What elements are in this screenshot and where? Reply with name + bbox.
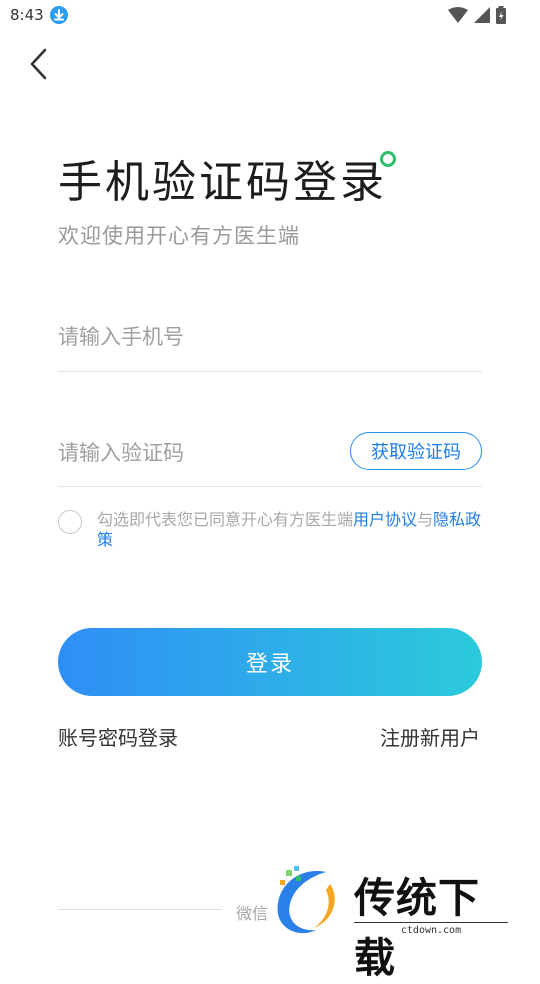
divider-line	[58, 909, 222, 910]
agreement-conjunction: 与	[417, 510, 434, 529]
get-code-button[interactable]: 获取验证码	[350, 432, 482, 470]
back-button[interactable]	[22, 44, 58, 84]
watermark-url: ctdown.com	[354, 922, 508, 936]
code-input[interactable]	[58, 433, 328, 473]
watermark-logo	[277, 866, 335, 934]
login-button[interactable]: 登录	[58, 628, 482, 696]
download-icon	[50, 6, 68, 24]
signal-icon	[474, 7, 490, 23]
title-dot-icon	[380, 151, 396, 167]
register-link[interactable]: 注册新用户	[380, 722, 480, 751]
title-block: 手机验证码登录	[58, 150, 396, 216]
status-bar: 8:43	[0, 0, 540, 32]
status-time: 8:43	[10, 6, 44, 24]
phone-input[interactable]	[58, 317, 478, 357]
agreement-prefix: 勾选即代表您已同意开心有方医生端	[97, 510, 354, 529]
agreement-text: 勾选即代表您已同意开心有方医生端用户协议与隐私政策	[97, 510, 482, 550]
battery-icon	[496, 6, 506, 24]
page-title: 手机验证码登录	[58, 157, 387, 208]
phone-field	[58, 305, 482, 372]
wechat-login-label: 微信	[236, 904, 269, 923]
watermark: 传统下载 ctdown.com	[268, 862, 518, 982]
password-login-link[interactable]: 账号密码登录	[58, 722, 178, 751]
page-subtitle: 欢迎使用开心有方医生端	[58, 224, 300, 248]
agreement-checkbox[interactable]	[58, 510, 82, 534]
code-field: 获取验证码	[58, 422, 482, 487]
status-icons	[448, 6, 506, 24]
chevron-left-icon	[30, 48, 47, 80]
user-agreement-link[interactable]: 用户协议	[353, 510, 417, 529]
wifi-icon	[448, 7, 468, 23]
